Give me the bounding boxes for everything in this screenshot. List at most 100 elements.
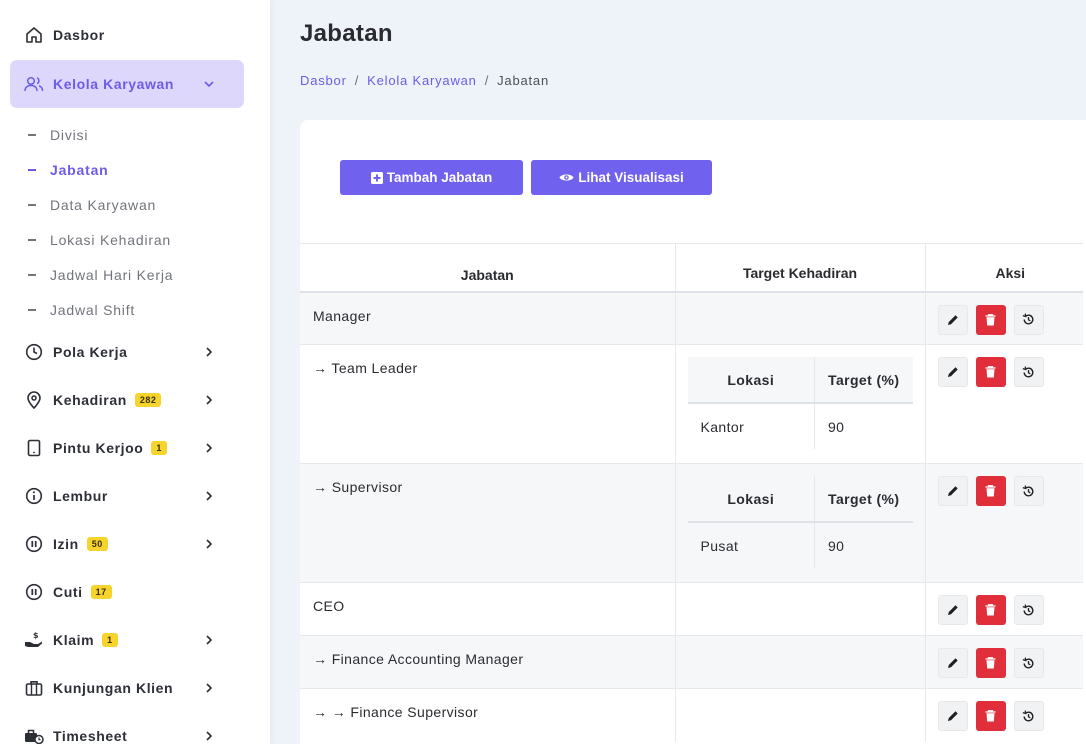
sub-item-label: Data Karyawan bbox=[50, 197, 157, 213]
chevron-right-icon bbox=[206, 539, 213, 549]
actions-cell bbox=[924, 463, 1083, 583]
svg-text:$: $ bbox=[33, 631, 39, 640]
delete-button[interactable] bbox=[975, 304, 1006, 335]
pencil-icon bbox=[947, 314, 958, 325]
lokasi-value: Kantor bbox=[687, 403, 815, 449]
nav-kehadiran-label: Kehadiran bbox=[53, 392, 127, 408]
pencil-icon bbox=[947, 658, 958, 668]
actions-cell bbox=[924, 688, 1083, 742]
nav-lembur-label: Lembur bbox=[53, 488, 108, 504]
delete-button[interactable] bbox=[975, 357, 1006, 387]
briefcase-icon bbox=[24, 678, 44, 698]
target-cell bbox=[674, 291, 925, 345]
target-table: Lokasi Target (%) Kantor 90 bbox=[687, 357, 913, 449]
history-button[interactable] bbox=[1013, 476, 1044, 506]
trash-icon bbox=[985, 313, 996, 325]
sub-item-lokasi-kehadiran[interactable]: Lokasi Kehadiran bbox=[28, 232, 171, 248]
history-button[interactable] bbox=[1013, 701, 1044, 731]
nav-pintu-kerjoo[interactable]: Pintu Kerjoo 1 bbox=[10, 424, 244, 472]
nav-izin-label: Izin bbox=[53, 536, 79, 552]
delete-button[interactable] bbox=[975, 476, 1006, 506]
history-icon bbox=[1022, 710, 1034, 721]
nav-dasbor-label: Dasbor bbox=[53, 27, 105, 43]
history-button[interactable] bbox=[1013, 648, 1044, 678]
chevron-right-icon bbox=[206, 347, 213, 357]
info-icon bbox=[24, 486, 44, 506]
nav-timesheet[interactable]: Timesheet bbox=[10, 712, 244, 744]
history-icon bbox=[1022, 313, 1034, 325]
dash-marker bbox=[28, 169, 36, 171]
target-header: Target (%) bbox=[814, 476, 913, 523]
column-header-aksi: Aksi bbox=[924, 243, 1083, 293]
history-button[interactable] bbox=[1013, 595, 1044, 625]
nav-pola-kerja[interactable]: Pola Kerja bbox=[10, 328, 244, 376]
edit-button[interactable] bbox=[937, 701, 968, 731]
breadcrumb-dasbor[interactable]: Dasbor bbox=[300, 73, 347, 88]
tablet-icon bbox=[24, 438, 44, 458]
target-cell: Lokasi Target (%) Pusat 90 bbox=[674, 463, 925, 583]
trash-icon bbox=[985, 710, 996, 722]
lokasi-header: Lokasi bbox=[687, 476, 815, 523]
actions-cell bbox=[924, 582, 1083, 636]
target-value: 90 bbox=[814, 403, 913, 449]
sub-item-jadwal-shift[interactable]: Jadwal Shift bbox=[28, 302, 135, 318]
nav-kelola-label: Kelola Karyawan bbox=[53, 76, 175, 92]
lihat-visualisasi-label: Lihat Visualisasi bbox=[578, 170, 684, 185]
jabatan-name: → Supervisor bbox=[300, 463, 675, 583]
izin-badge: 50 bbox=[86, 537, 108, 551]
column-header-jabatan: Jabatan bbox=[300, 243, 675, 293]
page-title: Jabatan bbox=[300, 20, 393, 47]
sub-item-jadwal-hari-kerja[interactable]: Jadwal Hari Kerja bbox=[28, 267, 173, 283]
delete-button[interactable] bbox=[975, 595, 1006, 625]
hand-coin-icon: $ bbox=[24, 630, 44, 650]
plus-square-icon bbox=[370, 171, 383, 184]
target-value: 90 bbox=[814, 522, 913, 568]
chevron-right-icon bbox=[206, 683, 213, 693]
breadcrumb-kelola-karyawan[interactable]: Kelola Karyawan bbox=[367, 73, 477, 88]
delete-button[interactable] bbox=[975, 648, 1006, 678]
nav-kehadiran[interactable]: Kehadiran 282 bbox=[10, 376, 244, 424]
pause-circle-icon bbox=[24, 582, 44, 602]
jabatan-table: Jabatan Target Kehadiran Aksi Manager → … bbox=[300, 243, 1083, 742]
sub-item-label: Jadwal Shift bbox=[50, 302, 136, 318]
edit-button[interactable] bbox=[937, 648, 968, 678]
nav-klaim[interactable]: $ Klaim 1 bbox=[10, 616, 244, 664]
edit-button[interactable] bbox=[937, 476, 968, 506]
actions-cell bbox=[924, 344, 1083, 464]
column-header-target: Target Kehadiran bbox=[674, 243, 925, 293]
history-button[interactable] bbox=[1013, 304, 1044, 335]
nav-izin[interactable]: Izin 50 bbox=[10, 520, 244, 568]
target-header-row: Lokasi Target (%) bbox=[687, 476, 913, 523]
nav-timesheet-label: Timesheet bbox=[53, 728, 128, 744]
nav-kunjungan-label: Kunjungan Klien bbox=[53, 680, 174, 696]
sub-item-divisi[interactable]: Divisi bbox=[28, 127, 88, 143]
tambah-jabatan-button[interactable]: Tambah Jabatan bbox=[340, 160, 523, 195]
delete-button[interactable] bbox=[975, 701, 1006, 731]
klaim-badge: 1 bbox=[102, 633, 118, 647]
nav-lembur[interactable]: Lembur bbox=[10, 472, 244, 520]
lokasi-value: Pusat bbox=[687, 522, 815, 568]
table-row: → Finance Accounting Manager bbox=[300, 635, 1083, 689]
kehadiran-badge: 282 bbox=[134, 393, 162, 407]
nav-kelola-karyawan[interactable]: Kelola Karyawan bbox=[10, 60, 244, 108]
chevron-right-icon bbox=[206, 491, 213, 501]
dash-marker bbox=[28, 309, 36, 311]
edit-button[interactable] bbox=[937, 595, 968, 625]
sub-item-jabatan[interactable]: Jabatan bbox=[28, 162, 109, 178]
chevron-right-icon bbox=[206, 443, 213, 453]
nav-dasbor[interactable]: Dasbor bbox=[10, 11, 244, 59]
nav-cuti[interactable]: Cuti 17 bbox=[10, 568, 244, 616]
table-row: → Team Leader Lokasi Target (%) Kantor 90 bbox=[300, 344, 1083, 464]
nav-kunjungan-klien[interactable]: Kunjungan Klien bbox=[10, 664, 244, 712]
chevron-right-icon bbox=[206, 395, 213, 405]
sub-item-label: Jadwal Hari Kerja bbox=[50, 267, 174, 283]
actions-cell bbox=[924, 291, 1083, 345]
table-row: CEO bbox=[300, 582, 1083, 636]
business-time-icon bbox=[24, 726, 44, 744]
table-row: → Supervisor Lokasi Target (%) Pusat 90 bbox=[300, 463, 1083, 583]
edit-button[interactable] bbox=[937, 304, 968, 335]
edit-button[interactable] bbox=[937, 357, 968, 387]
sub-item-data-karyawan[interactable]: Data Karyawan bbox=[28, 197, 156, 213]
history-button[interactable] bbox=[1013, 357, 1044, 387]
lihat-visualisasi-button[interactable]: Lihat Visualisasi bbox=[531, 160, 712, 195]
